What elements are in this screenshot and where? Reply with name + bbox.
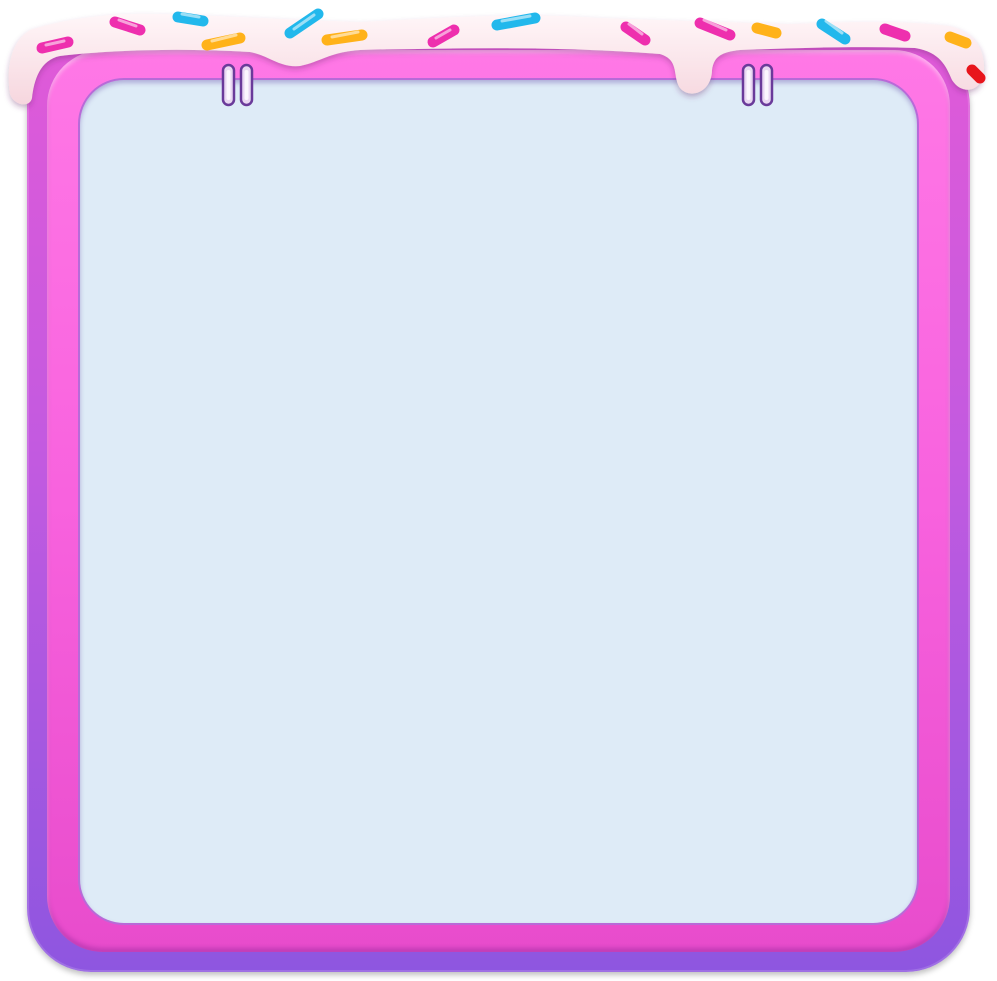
sprinkle bbox=[966, 64, 986, 84]
candy-frame-panel bbox=[0, 0, 997, 981]
sprinkle bbox=[879, 23, 911, 42]
icing-drip-decoration bbox=[8, 8, 986, 105]
sprinkle bbox=[751, 22, 782, 39]
paper-clip-icon bbox=[741, 63, 774, 107]
sprinkle bbox=[944, 31, 972, 49]
paper-clip-icon bbox=[221, 63, 254, 107]
content-panel bbox=[80, 80, 917, 923]
